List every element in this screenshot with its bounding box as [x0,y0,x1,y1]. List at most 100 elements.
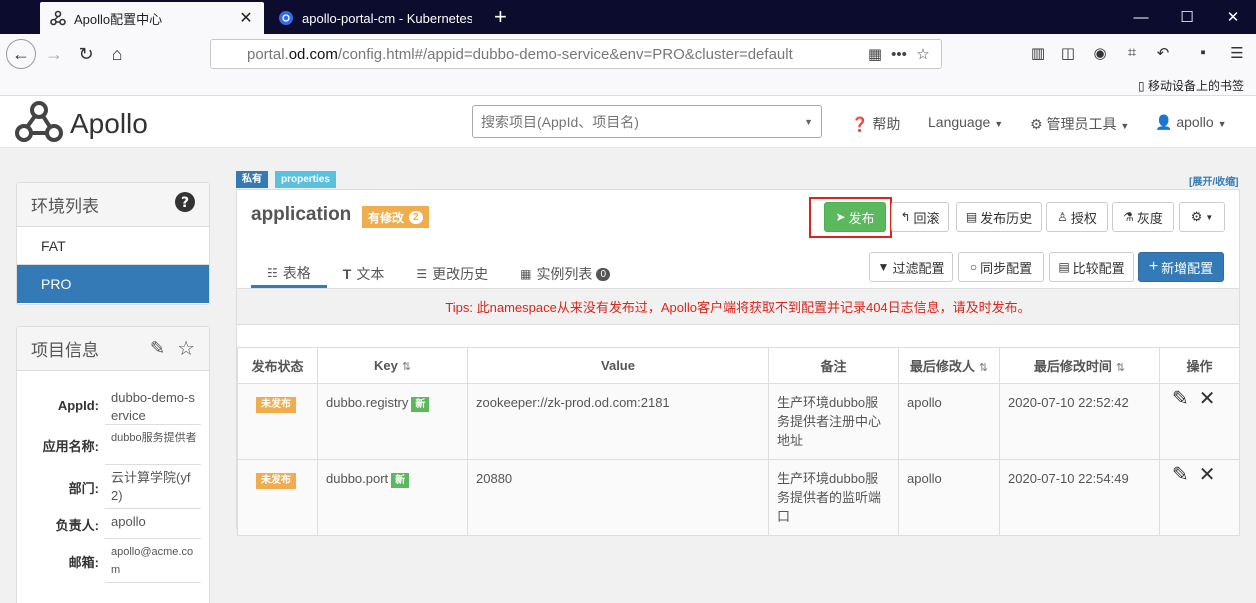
filter-config-button[interactable]: ▼ 过滤配置 [869,252,953,282]
home-icon[interactable]: ⌂ [103,40,131,68]
new-tab-button[interactable]: + [494,4,507,30]
browser-tab-title: Apollo配置中心 [74,11,163,27]
user-icon: ♙ [1057,210,1068,224]
admin-tools-dropdown[interactable]: ⚙ 管理员工具 ▼ [1030,114,1129,134]
browser-tab-apollo[interactable]: Apollo配置中心 ✕ [40,2,264,34]
sort-icon: ⇅ [401,361,412,373]
help-circle-icon[interactable]: ? [175,192,195,217]
tab-text[interactable]: T 文本 [327,260,401,288]
menu-icon[interactable]: ☰ [1226,44,1248,66]
plus-icon: + [1148,258,1159,275]
settings-dropdown-button[interactable]: ⚙ ▼ [1179,202,1225,232]
delete-icon[interactable]: ✕ [1199,465,1216,485]
project-info-heading: 项目信息 ✎ ☆ [17,327,209,371]
help-link[interactable]: ❓ 帮助 [851,114,900,134]
minimize-button[interactable]: — [1118,0,1164,34]
extensions-icon[interactable]: ▪ [1192,44,1214,66]
namespace-private-tag: 私有 [236,171,268,188]
account-icon[interactable]: ◉ [1089,44,1111,66]
qr-code-icon[interactable]: ▦ [863,45,887,63]
col-modified-time[interactable]: 最后修改时间 ⇅ [999,347,1160,384]
unpublished-badge: 未发布 [256,473,296,489]
namespace-panel: application 有修改 2 ➤ 发布 ↰ 回滚 ▤ 发布历史 ♙ 授权 ⚗ 灰度 … [236,189,1240,536]
project-search[interactable]: ▼ [472,105,822,138]
config-modified-time: 2020-07-10 22:52:42 [999,383,1160,460]
info-row-appid: AppId: dubbo-demo-service [17,385,209,425]
edit-icon[interactable]: ✎ [1172,389,1189,409]
sync-icon: ○ [969,260,978,274]
mobile-bookmarks-link[interactable]: ▯ 移动设备上的书签 [1138,77,1244,94]
gear-icon: ⚙ [1190,209,1203,224]
chevron-down-icon: ▼ [804,116,813,127]
filter-icon: ▼ [877,260,890,274]
flask-icon: ⚗ [1123,210,1134,224]
user-dropdown[interactable]: 👤 apollo ▼ [1155,114,1227,131]
delete-icon[interactable]: ✕ [1199,389,1216,409]
env-item-pro[interactable]: PRO [17,265,209,303]
rollback-icon: ↰ [900,210,911,224]
user-icon: 👤 [1155,114,1173,130]
publish-button[interactable]: ➤ 发布 [824,202,886,232]
undo-icon[interactable]: ↶ [1152,44,1174,66]
sync-config-button[interactable]: ○ 同步配置 [958,252,1044,282]
apollo-logo[interactable]: Apollo [14,100,148,147]
project-search-input[interactable] [481,113,805,130]
address-bar[interactable]: portal.od.com/config.html#/appid=dubbo-d… [210,39,942,69]
bookmark-star-icon[interactable]: ☆ [911,45,935,63]
maximize-button[interactable]: ☐ [1164,0,1210,34]
authorize-button[interactable]: ♙ 授权 [1046,202,1108,232]
url-text: portal.od.com/config.html#/appid=dubbo-d… [247,45,793,63]
caret-down-icon: ▼ [994,119,1004,129]
table-row: 未发布 dubbo.port 新 20880 生产环境dubbo服务提供者的监听端… [237,459,1240,536]
star-icon[interactable]: ☆ [177,336,195,361]
project-info-panel: 项目信息 ✎ ☆ AppId: dubbo-demo-service 应用名称:… [16,326,210,603]
config-value: 20880 [467,459,769,536]
modified-count: 2 [409,210,423,224]
namespace-tabs: ☷ 表格 T 文本 ☰ 更改历史 ▦ 实例列表 0 [251,260,626,288]
back-arrow-icon[interactable]: ← [6,39,36,69]
modified-badge: 有修改 2 [362,206,429,228]
rollback-button[interactable]: ↰ 回滚 [891,202,949,232]
col-modifier[interactable]: 最后修改人 ⇅ [898,347,1000,384]
library-icon[interactable]: ▥ [1027,44,1049,66]
release-history-button[interactable]: ▤ 发布历史 [956,202,1042,232]
kubernetes-favicon-icon [278,10,294,26]
close-icon[interactable]: ✕ [238,8,254,28]
tab-instance-list[interactable]: ▦ 实例列表 0 [504,260,626,288]
question-icon: ❓ [851,116,869,132]
edit-icon[interactable]: ✎ [150,338,165,359]
namespace-format-tag: properties [275,171,336,188]
bookmarks-bar: ▯ 移动设备上的书签 [0,74,1256,96]
window-close-button[interactable]: ✕ [1210,0,1256,34]
send-icon: ➤ [835,210,846,224]
env-item-fat[interactable]: FAT [17,227,209,265]
add-config-button[interactable]: + 新增配置 [1138,252,1224,282]
table-icon: ☷ [267,265,278,280]
expand-collapse-link[interactable]: [展开/收缩] [1189,173,1238,188]
gray-release-button[interactable]: ⚗ 灰度 [1112,202,1174,232]
screenshot-icon[interactable]: ⌗ [1121,44,1143,66]
reload-icon[interactable]: ↻ [72,40,100,68]
col-value: Value [467,347,769,384]
config-table: 发布状态 Key ⇅ Value 备注 最后修改人 ⇅ 最后修改时间 ⇅ 操作 未发布… [237,347,1240,536]
svg-text:?: ? [181,195,189,211]
unpublished-tips: Tips: 此namespace从来没有发布过，Apollo客户端将获取不到配置… [237,289,1239,325]
col-status: 发布状态 [237,347,318,384]
tab-change-history[interactable]: ☰ 更改历史 [400,260,504,288]
namespace-title: application [251,204,352,225]
more-actions-icon[interactable]: ••• [887,46,911,63]
new-badge: 新 [411,397,430,412]
compare-config-button[interactable]: ▤ 比较配置 [1049,252,1134,282]
forward-arrow-icon[interactable]: → [40,40,68,68]
unpublished-badge: 未发布 [256,397,296,413]
tab-table[interactable]: ☷ 表格 [251,260,327,288]
sidebar-icon[interactable]: ◫ [1057,44,1079,66]
language-dropdown[interactable]: Language ▼ [928,114,1003,130]
browser-tab-bar: Apollo配置中心 ✕ apollo-portal-cm - Kubernet… [0,0,1256,34]
edit-icon[interactable]: ✎ [1172,465,1189,485]
browser-tab-kubernetes[interactable]: apollo-portal-cm - Kubernetes [268,2,482,34]
col-key[interactable]: Key ⇅ [317,347,468,384]
table-row: 未发布 dubbo.registry 新 zookeeper://zk-prod.… [237,383,1240,460]
col-comment: 备注 [768,347,899,384]
config-comment: 生产环境dubbo服务提供者注册中心地址 [768,383,899,460]
